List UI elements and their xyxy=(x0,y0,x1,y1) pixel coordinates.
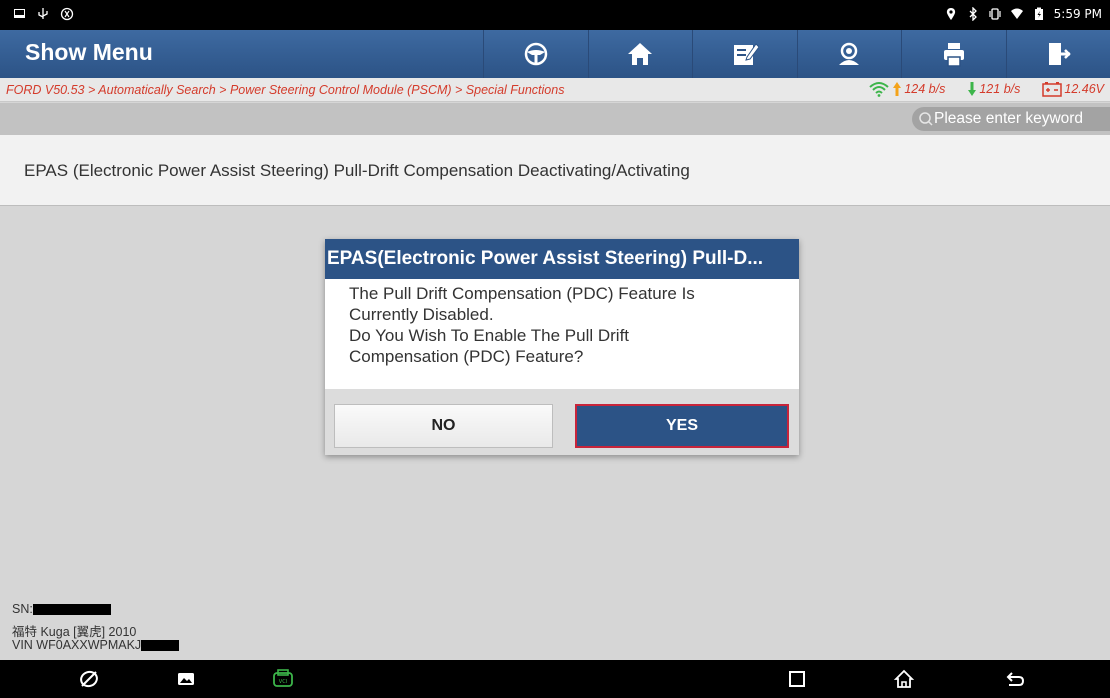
svg-text:VCI: VCI xyxy=(279,679,287,685)
search-bar: Please enter keyword xyxy=(0,103,1110,135)
vin-prefix: VIN WF0AXXWPMAKJ xyxy=(12,638,142,652)
sn-label: SN: xyxy=(12,602,33,616)
battery-icon xyxy=(1032,7,1046,21)
dialog-message: The Pull Drift Compensation (PDC) Featur… xyxy=(325,279,765,381)
print-icon xyxy=(943,43,964,67)
vci-connector-icon[interactable]: VCI xyxy=(272,668,294,690)
search-placeholder: Please enter keyword xyxy=(934,110,1084,127)
serial-number: SN: xyxy=(12,602,111,616)
wifi-signal-icon xyxy=(869,82,890,97)
upload-arrow-icon xyxy=(893,82,902,96)
battery-voltage: 12.46V xyxy=(1042,81,1104,97)
dialog-title: EPAS(Electronic Power Assist Steering) P… xyxy=(325,239,799,279)
home-icon xyxy=(628,43,653,65)
search-input[interactable]: Please enter keyword xyxy=(912,107,1110,131)
usb-icon xyxy=(36,7,50,21)
header-toolbar xyxy=(483,30,1110,78)
dialog-message-line: Do You Wish To Enable The Pull Drift xyxy=(349,326,630,345)
no-button[interactable]: NO xyxy=(334,404,553,448)
redacted-serial xyxy=(32,604,111,616)
support-icon xyxy=(839,42,860,65)
print-button[interactable] xyxy=(901,30,1006,78)
connection-status: 124 b/s 121 b/s 12.46V xyxy=(868,81,1104,97)
app-header: Show Menu xyxy=(0,30,1110,78)
dialog-message-line: Compensation (PDC) Feature? xyxy=(349,347,584,366)
location-icon xyxy=(944,7,958,21)
download-arrow-icon xyxy=(968,82,977,96)
list-item[interactable]: EPAS (Electronic Power Assist Steering) … xyxy=(0,135,1110,206)
recent-apps-icon[interactable] xyxy=(786,668,808,690)
confirm-dialog: EPAS(Electronic Power Assist Steering) P… xyxy=(325,239,799,455)
upload-speed: 124 b/s xyxy=(904,82,946,96)
vin-number: VIN WF0AXXWPMAKJ xyxy=(12,638,180,652)
yes-button[interactable]: YES xyxy=(575,404,789,448)
download-speed: 121 b/s xyxy=(979,82,1021,96)
list-item-label: EPAS (Electronic Power Assist Steering) … xyxy=(24,161,690,180)
home-nav-icon[interactable] xyxy=(893,668,915,690)
edit-report-button[interactable] xyxy=(692,30,797,78)
dialog-button-row: NO YES xyxy=(325,389,799,455)
download-rate: 121 b/s xyxy=(967,81,1020,97)
gallery-icon[interactable] xyxy=(175,668,197,690)
page-title: Show Menu xyxy=(25,39,153,65)
exit-icon xyxy=(1049,43,1072,65)
status-time: 5:59 PM xyxy=(1053,7,1102,21)
upload-rate: 124 b/s xyxy=(868,81,945,97)
edit-report-icon xyxy=(733,43,759,65)
redacted-vin xyxy=(141,640,180,652)
back-icon[interactable] xyxy=(1004,668,1026,690)
dialog-message-line: Currently Disabled. xyxy=(349,305,494,324)
voltage-value: 12.46V xyxy=(1064,82,1104,96)
support-button[interactable] xyxy=(796,30,902,78)
home-button[interactable] xyxy=(587,30,693,78)
vibrate-icon xyxy=(988,7,1002,21)
exit-button[interactable] xyxy=(1005,30,1110,78)
gallery-icon xyxy=(12,7,26,21)
dialog-message-line: The Pull Drift Compensation (PDC) Featur… xyxy=(349,284,695,303)
breadcrumb-bar: FORD V50.53 > Automatically Search > Pow… xyxy=(0,78,1110,102)
vehicle-info: SN: 福特 Kuga [翼虎] 2010 VIN WF0AXXWPMAKJ xyxy=(0,596,1110,660)
steering-wheel-icon xyxy=(524,42,547,66)
android-nav-bar: VCI xyxy=(0,660,1110,698)
breadcrumb: FORD V50.53 > Automatically Search > Pow… xyxy=(6,83,565,97)
car-battery-icon xyxy=(1042,82,1063,97)
bluetooth-icon xyxy=(966,6,980,22)
wifi-icon xyxy=(1010,7,1024,21)
android-status-bar: 5:59 PM xyxy=(0,0,1110,30)
steering-wheel-button[interactable] xyxy=(483,30,588,78)
search-icon xyxy=(919,112,933,126)
browser-icon[interactable] xyxy=(78,668,100,690)
vci-icon xyxy=(60,7,74,21)
